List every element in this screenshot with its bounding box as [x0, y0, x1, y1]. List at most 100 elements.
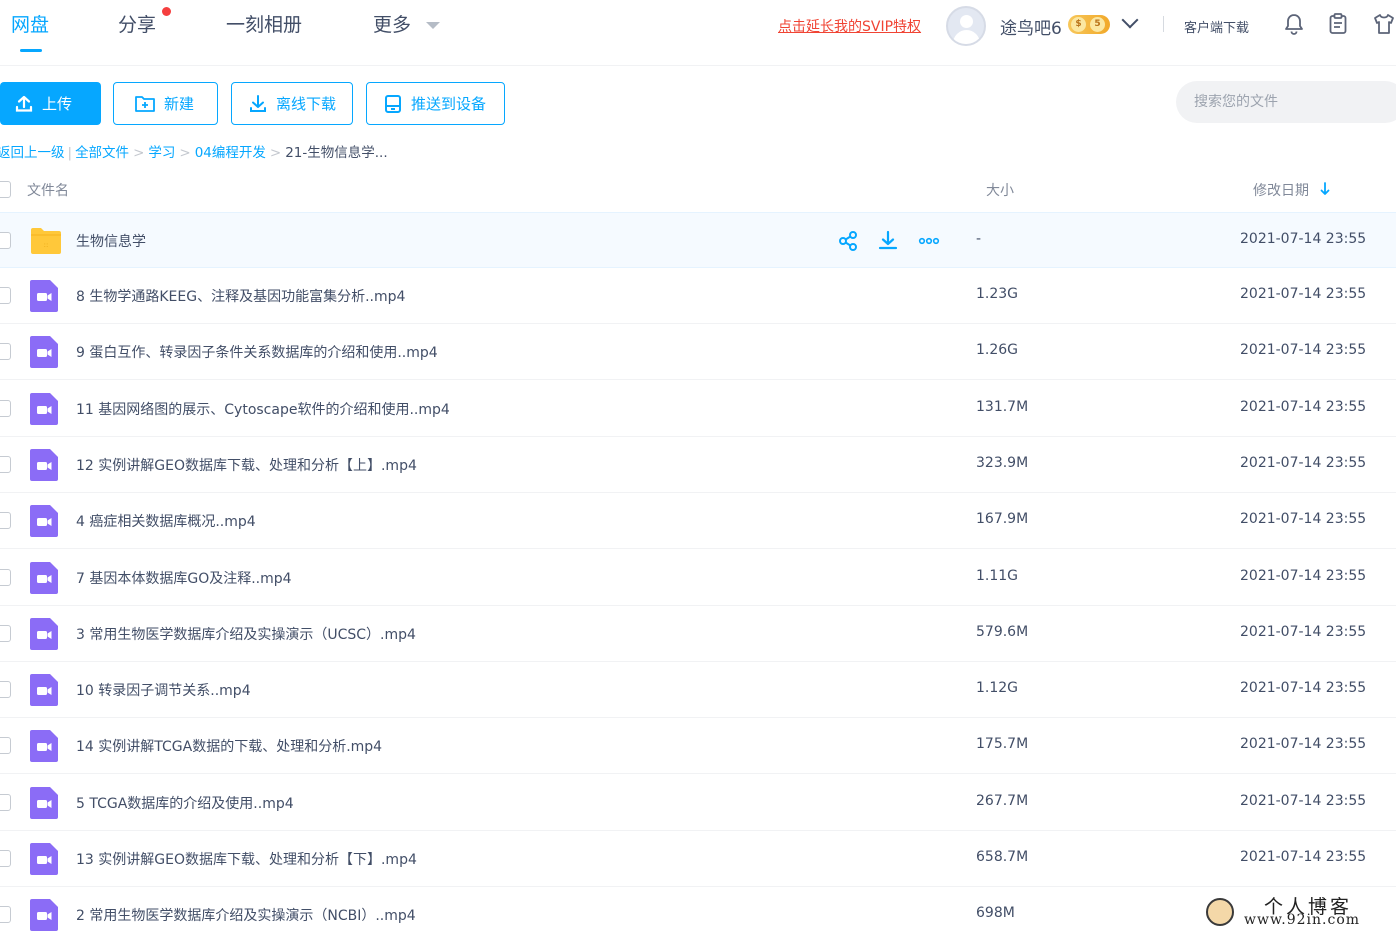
table-row[interactable]: 8 生物学通路KEEG、注释及基因功能富集分析..mp4 1.23G 2021-…	[0, 268, 1396, 324]
file-size: 323.9M	[976, 455, 1029, 471]
row-checkbox[interactable]	[0, 737, 11, 754]
offline-download-label: 离线下载	[276, 95, 337, 113]
file-size: 658.7M	[976, 849, 1029, 865]
file-name[interactable]: 12 实例讲解GEO数据库下载、处理和分析【上】.mp4	[76, 455, 417, 475]
file-name[interactable]: 3 常用生物医学数据库介绍及实操演示（UCSC）.mp4	[76, 624, 416, 644]
svip-renew-link[interactable]: 点击延长我的SVIP特权	[778, 16, 921, 36]
file-name[interactable]: 13 实例讲解GEO数据库下载、处理和分析【下】.mp4	[76, 849, 417, 869]
username[interactable]: 途鸟吧6	[1000, 14, 1062, 39]
table-row[interactable]: 11 基因网络图的展示、Cytoscape软件的介绍和使用..mp4 131.7…	[0, 381, 1396, 437]
upload-button[interactable]: 上传	[0, 82, 101, 125]
client-download-link[interactable]: 客户端下载	[1184, 17, 1249, 36]
table-row[interactable]: 4 癌症相关数据库概况..mp4 167.9M 2021-07-14 23:55	[0, 493, 1396, 549]
file-size: -	[976, 231, 982, 247]
file-name[interactable]: 2 常用生物医学数据库介绍及实操演示（NCBI）..mp4	[76, 905, 416, 925]
table-row[interactable]: 9 蛋白互作、转录因子条件关系数据库的介绍和使用..mp4 1.26G 2021…	[0, 324, 1396, 380]
file-size: 267.7M	[976, 793, 1029, 809]
video-file-icon	[30, 449, 58, 485]
notification-dot	[162, 7, 171, 16]
video-file-icon	[30, 393, 58, 429]
caret-down-icon[interactable]	[426, 22, 440, 29]
file-name[interactable]: 8 生物学通路KEEG、注释及基因功能富集分析..mp4	[76, 286, 405, 306]
video-file-icon	[30, 674, 58, 710]
row-checkbox[interactable]	[0, 456, 11, 473]
row-checkbox[interactable]	[0, 625, 11, 642]
download-icon[interactable]	[878, 230, 898, 252]
nav-tab-album[interactable]: 一刻相册	[226, 10, 302, 37]
file-name[interactable]: 10 转录因子调节关系..mp4	[76, 680, 251, 700]
file-date: 2021-07-14 23:55	[1240, 736, 1367, 752]
table-row[interactable]: 3 常用生物医学数据库介绍及实操演示（UCSC）.mp4 579.6M 2021…	[0, 606, 1396, 662]
file-name[interactable]: 5 TCGA数据库的介绍及使用..mp4	[76, 793, 294, 813]
video-file-icon	[30, 562, 58, 598]
breadcrumb-link-programming[interactable]: 04编程开发	[195, 145, 266, 161]
sort-desc-icon[interactable]	[1320, 182, 1330, 196]
file-date: 2021-07-14 23:55	[1240, 342, 1367, 358]
tshirt-icon[interactable]	[1372, 12, 1396, 36]
file-name[interactable]: 9 蛋白互作、转录因子条件关系数据库的介绍和使用..mp4	[76, 342, 438, 362]
file-name[interactable]: 生物信息学	[76, 231, 146, 251]
file-name[interactable]: 7 基因本体数据库GO及注释..mp4	[76, 568, 292, 588]
row-checkbox[interactable]	[0, 850, 11, 867]
row-checkbox[interactable]	[0, 232, 11, 249]
column-header-name[interactable]: 文件名	[27, 180, 69, 200]
clipboard-icon[interactable]	[1326, 12, 1350, 36]
row-checkbox[interactable]	[0, 794, 11, 811]
upload-icon	[15, 95, 33, 112]
file-name[interactable]: 11 基因网络图的展示、Cytoscape软件的介绍和使用..mp4	[76, 399, 450, 419]
divider	[1163, 16, 1164, 32]
table-row[interactable]: 10 转录因子调节关系..mp4 1.12G 2021-07-14 23:55	[0, 662, 1396, 718]
breadcrumb-link-study[interactable]: 学习	[148, 145, 175, 161]
push-to-device-button[interactable]: 推送到设备	[366, 82, 505, 125]
push-to-device-label: 推送到设备	[411, 95, 487, 113]
row-checkbox[interactable]	[0, 512, 11, 529]
nav-tab-netdisk[interactable]: 网盘	[11, 10, 49, 37]
table-row[interactable]: 2 常用生物医学数据库介绍及实操演示（NCBI）..mp4 698M	[0, 887, 1396, 934]
coin-icon: 5	[1090, 17, 1105, 32]
top-header: 网盘 分享 一刻相册 更多 点击延长我的SVIP特权 途鸟吧6 $ 5 客户端下…	[0, 0, 1396, 66]
column-header-date[interactable]: 修改日期	[1253, 180, 1309, 200]
file-date: 2021-07-14 23:55	[1240, 624, 1367, 640]
table-row[interactable]: 12 实例讲解GEO数据库下载、处理和分析【上】.mp4 323.9M 2021…	[0, 437, 1396, 493]
folder-icon: ::	[30, 227, 62, 259]
vip-badge: $ 5	[1068, 15, 1110, 34]
file-size: 698M	[976, 905, 1015, 921]
row-checkbox[interactable]	[0, 906, 11, 923]
file-size: 1.23G	[976, 286, 1019, 302]
table-row[interactable]: 13 实例讲解GEO数据库下载、处理和分析【下】.mp4 658.7M 2021…	[0, 831, 1396, 887]
offline-download-button[interactable]: 离线下载	[231, 82, 353, 125]
table-row[interactable]: 5 TCGA数据库的介绍及使用..mp4 267.7M 2021-07-14 2…	[0, 775, 1396, 831]
chevron-down-icon[interactable]	[1121, 11, 1139, 29]
row-checkbox[interactable]	[0, 569, 11, 586]
video-file-icon	[30, 787, 58, 823]
row-checkbox[interactable]	[0, 681, 11, 698]
table-row[interactable]: 14 实例讲解TCGA数据的下载、处理和分析.mp4 175.7M 2021-0…	[0, 718, 1396, 774]
breadcrumb-link-all-files[interactable]: 全部文件	[75, 145, 129, 161]
watermark-url: www.92in.com	[1244, 912, 1361, 928]
bell-icon[interactable]	[1282, 12, 1306, 36]
row-actions	[838, 230, 940, 252]
file-name[interactable]: 14 实例讲解TCGA数据的下载、处理和分析.mp4	[76, 736, 382, 756]
file-size: 1.11G	[976, 568, 1019, 584]
table-row[interactable]: :: 生物信息学 - 2021-07-14 23:55	[0, 212, 1396, 268]
share-icon[interactable]	[838, 230, 858, 252]
row-checkbox[interactable]	[0, 400, 11, 417]
row-checkbox[interactable]	[0, 343, 11, 360]
row-checkbox[interactable]	[0, 287, 11, 304]
file-date: 2021-07-14 23:55	[1240, 286, 1367, 302]
file-name[interactable]: 4 癌症相关数据库概况..mp4	[76, 511, 256, 531]
svg-text:::: ::	[44, 241, 49, 249]
new-button[interactable]: 新建	[113, 82, 218, 125]
table-row[interactable]: 7 基因本体数据库GO及注释..mp4 1.11G 2021-07-14 23:…	[0, 550, 1396, 606]
file-size: 167.9M	[976, 511, 1029, 527]
search-input[interactable]	[1176, 81, 1396, 123]
column-header-size[interactable]: 大小	[986, 180, 1014, 200]
nav-tab-share[interactable]: 分享	[118, 10, 156, 37]
new-label: 新建	[164, 95, 195, 113]
nav-tab-more[interactable]: 更多	[373, 10, 411, 37]
more-icon[interactable]	[918, 230, 940, 252]
avatar[interactable]	[946, 6, 986, 46]
breadcrumb-back-link[interactable]: 返回上一级	[0, 145, 65, 161]
select-all-checkbox[interactable]	[0, 181, 11, 198]
device-icon	[385, 94, 401, 113]
